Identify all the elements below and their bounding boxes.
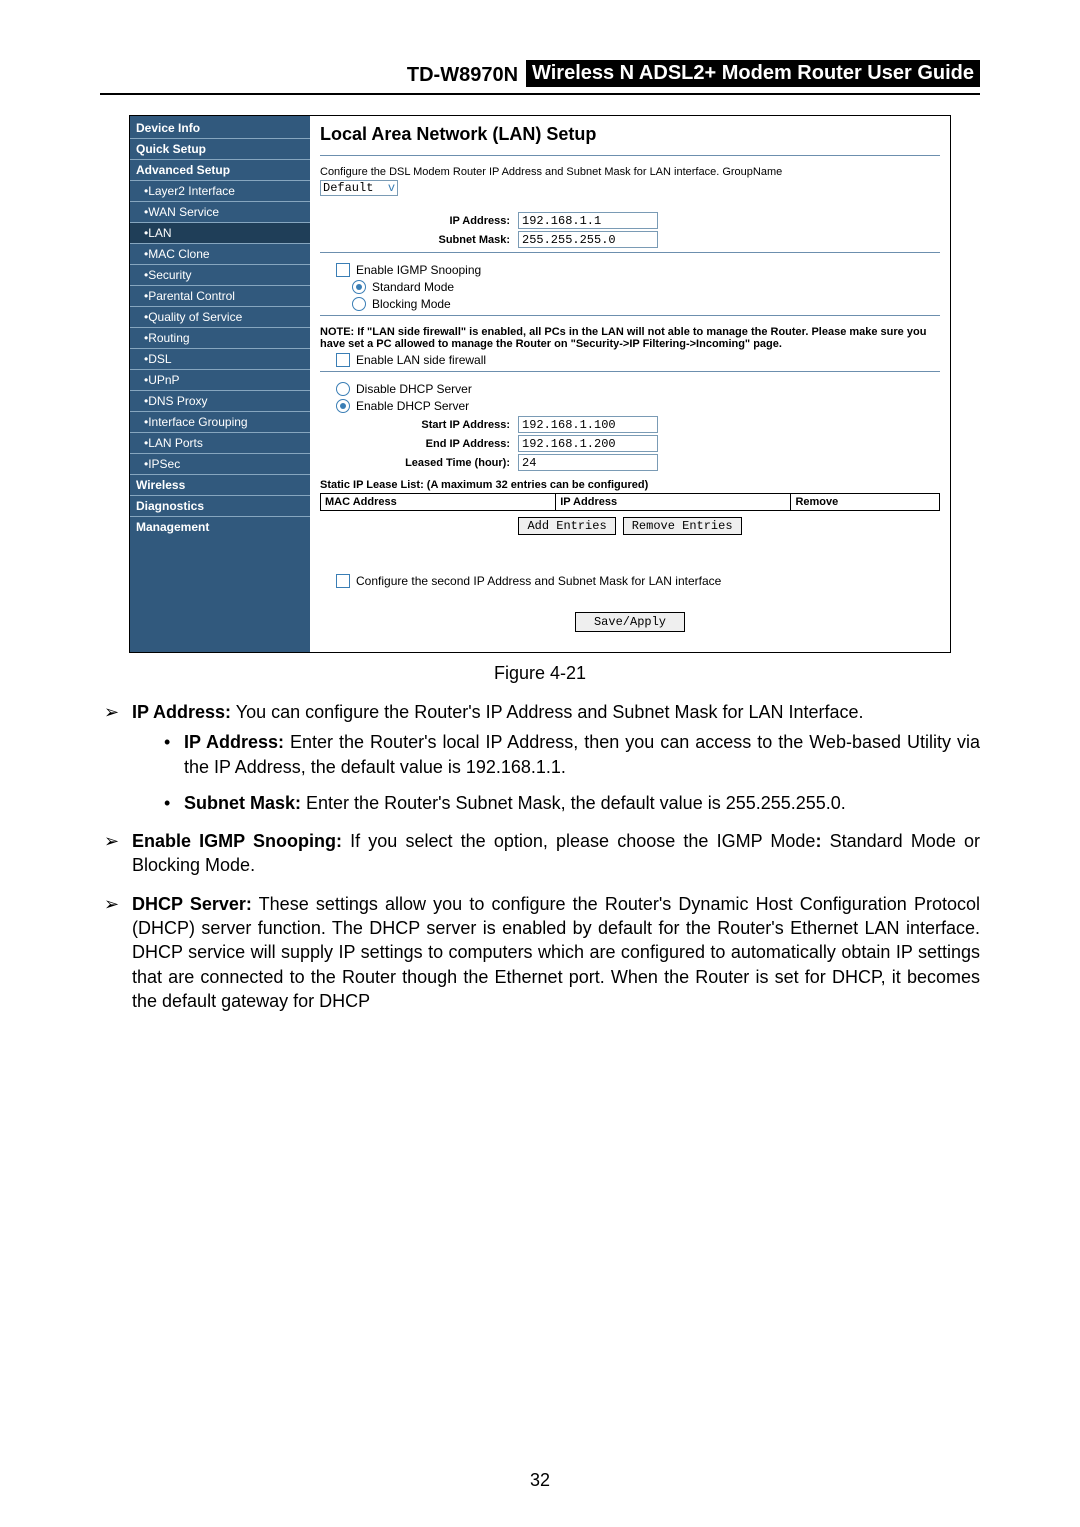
nav-lan[interactable]: •LAN xyxy=(130,222,310,243)
nav-wireless[interactable]: Wireless xyxy=(130,474,310,495)
groupname-select[interactable]: Default v xyxy=(320,180,398,196)
page-title: Local Area Network (LAN) Setup xyxy=(320,124,940,145)
ip-label: IP Address: xyxy=(320,215,518,227)
divider xyxy=(320,371,940,372)
groupname-value: Default xyxy=(323,181,373,195)
nav-sidebar: Device Info Quick Setup Advanced Setup •… xyxy=(130,116,310,652)
bullet-dhcp: DHCP Server: These settings allow you to… xyxy=(100,892,980,1013)
second-ip-checkbox[interactable] xyxy=(336,574,350,588)
sub-bullet-mask: Subnet Mask: Enter the Router's Subnet M… xyxy=(132,791,980,815)
nav-quick-setup[interactable]: Quick Setup xyxy=(130,138,310,159)
nav-device-info[interactable]: Device Info xyxy=(130,118,310,138)
igmp-label: Enable IGMP Snooping xyxy=(356,263,481,277)
nav-dsl[interactable]: •DSL xyxy=(130,348,310,369)
second-ip-label: Configure the second IP Address and Subn… xyxy=(356,574,721,588)
nav-qos[interactable]: •Quality of Service xyxy=(130,306,310,327)
bullet-igmp: Enable IGMP Snooping: If you select the … xyxy=(100,829,980,878)
th-remove: Remove xyxy=(791,494,940,511)
divider xyxy=(320,315,940,316)
nav-diagnostics[interactable]: Diagnostics xyxy=(130,495,310,516)
remove-entries-button[interactable]: Remove Entries xyxy=(623,517,742,535)
end-ip-label: End IP Address: xyxy=(320,438,518,450)
nav-security[interactable]: •Security xyxy=(130,264,310,285)
mode-blk-label: Blocking Mode xyxy=(372,297,451,311)
th-mac: MAC Address xyxy=(321,494,556,511)
end-ip-input[interactable] xyxy=(518,435,658,452)
nav-mac-clone[interactable]: •MAC Clone xyxy=(130,243,310,264)
chevron-down-icon: v xyxy=(381,181,395,195)
save-apply-button[interactable]: Save/Apply xyxy=(575,612,685,632)
ip-input[interactable] xyxy=(518,212,658,229)
nav-ipsec[interactable]: •IPSec xyxy=(130,453,310,474)
mask-input[interactable] xyxy=(518,231,658,248)
nav-lan-ports[interactable]: •LAN Ports xyxy=(130,432,310,453)
nav-upnp[interactable]: •UPnP xyxy=(130,369,310,390)
nav-advanced-setup[interactable]: Advanced Setup xyxy=(130,159,310,180)
lease-table: MAC Address IP Address Remove xyxy=(320,493,940,511)
header-rule xyxy=(100,93,980,95)
body-text: IP Address: You can configure the Router… xyxy=(100,700,980,1013)
mode-blk-radio[interactable] xyxy=(352,297,366,311)
lease-label: Leased Time (hour): xyxy=(320,457,518,469)
divider xyxy=(320,252,940,253)
dhcp-enable-label: Enable DHCP Server xyxy=(356,399,469,413)
figure-caption: Figure 4-21 xyxy=(100,663,980,684)
firewall-checkbox[interactable] xyxy=(336,353,350,367)
igmp-checkbox[interactable] xyxy=(336,263,350,277)
page-number: 32 xyxy=(0,1470,1080,1491)
router-screenshot: Device Info Quick Setup Advanced Setup •… xyxy=(129,115,951,653)
guide-title: Wireless N ADSL2+ Modem Router User Guid… xyxy=(526,60,980,87)
model-label: TD-W8970N xyxy=(407,64,518,87)
intro-text: Configure the DSL Modem Router IP Addres… xyxy=(320,166,940,178)
th-ip: IP Address xyxy=(556,494,791,511)
mask-label: Subnet Mask: xyxy=(320,234,518,246)
content-panel: Local Area Network (LAN) Setup Configure… xyxy=(310,116,950,652)
nav-management[interactable]: Management xyxy=(130,516,310,537)
nav-routing[interactable]: •Routing xyxy=(130,327,310,348)
divider xyxy=(320,155,940,156)
bullet-ip: IP Address: You can configure the Router… xyxy=(100,700,980,815)
nav-iface-group[interactable]: •Interface Grouping xyxy=(130,411,310,432)
mode-std-label: Standard Mode xyxy=(372,280,454,294)
dhcp-disable-label: Disable DHCP Server xyxy=(356,382,472,396)
firewall-note: NOTE: If "LAN side firewall" is enabled,… xyxy=(320,326,940,350)
static-lease-title: Static IP Lease List: (A maximum 32 entr… xyxy=(320,479,940,491)
mode-std-radio[interactable] xyxy=(352,280,366,294)
dhcp-enable-radio[interactable] xyxy=(336,399,350,413)
start-ip-input[interactable] xyxy=(518,416,658,433)
sub-bullet-ip: IP Address: Enter the Router's local IP … xyxy=(132,730,980,779)
dhcp-disable-radio[interactable] xyxy=(336,382,350,396)
add-entries-button[interactable]: Add Entries xyxy=(518,517,615,535)
lease-input[interactable] xyxy=(518,454,658,471)
nav-parental[interactable]: •Parental Control xyxy=(130,285,310,306)
nav-layer2[interactable]: •Layer2 Interface xyxy=(130,180,310,201)
start-ip-label: Start IP Address: xyxy=(320,419,518,431)
nav-wan[interactable]: •WAN Service xyxy=(130,201,310,222)
nav-dns-proxy[interactable]: •DNS Proxy xyxy=(130,390,310,411)
firewall-label: Enable LAN side firewall xyxy=(356,353,486,367)
